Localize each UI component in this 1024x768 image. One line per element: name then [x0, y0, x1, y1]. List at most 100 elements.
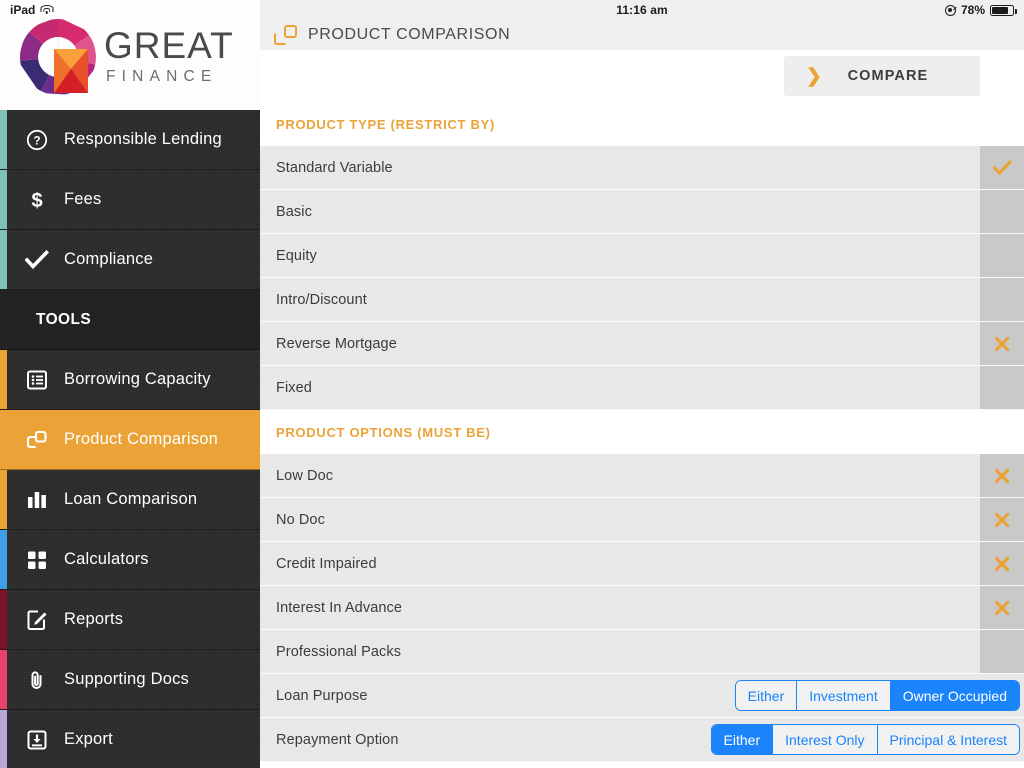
accent-strip: [0, 230, 7, 289]
sidebar-item-export[interactable]: Export: [0, 710, 260, 768]
sidebar-item-loan-comparison[interactable]: Loan Comparison: [0, 470, 260, 530]
page-title: PRODUCT COMPARISON: [308, 26, 511, 43]
sidebar-item-calculators[interactable]: Calculators: [0, 530, 260, 590]
battery-percent: 78%: [960, 3, 985, 17]
sidebar-item-supporting-docs[interactable]: Supporting Docs: [0, 650, 260, 710]
row-label: Credit Impaired: [276, 555, 377, 572]
action-toolbar: ❯ COMPARE: [260, 50, 1024, 102]
row-status-cross[interactable]: [980, 498, 1024, 542]
row-label: Interest In Advance: [276, 599, 403, 616]
sidebar-item-label: Fees: [64, 190, 102, 208]
edit-document-icon: [22, 609, 52, 631]
brand-wordmark: GREAT FINANCE: [104, 27, 234, 85]
grid-squares-icon: [22, 549, 52, 571]
check-icon: [22, 249, 52, 271]
sidebar-item-reports[interactable]: Reports: [0, 590, 260, 650]
row-status-empty[interactable]: [980, 278, 1024, 322]
sidebar-nav: ? Responsible Lending $ Fees Compliance …: [0, 110, 260, 768]
segment-investment[interactable]: Investment: [797, 681, 891, 710]
row-status-cross[interactable]: [980, 322, 1024, 366]
sidebar: GREAT FINANCE ? Responsible Lending $ Fe…: [0, 0, 260, 768]
table-row[interactable]: Fixed: [260, 366, 1024, 410]
svg-text:?: ?: [33, 135, 40, 147]
row-label: Reverse Mortgage: [276, 335, 397, 352]
sidebar-item-product-comparison[interactable]: Product Comparison: [0, 410, 260, 470]
row-label: Low Doc: [276, 467, 334, 484]
sidebar-item-compliance[interactable]: Compliance: [0, 230, 260, 290]
row-status-empty[interactable]: [980, 366, 1024, 410]
accent-strip: [0, 650, 7, 709]
row-status-empty[interactable]: [980, 630, 1024, 674]
brand-name-top: GREAT: [104, 25, 234, 67]
main-panel: PRODUCT COMPARISON ❯ COMPARE PRODUCT TYP…: [260, 0, 1024, 768]
sidebar-item-label: Compliance: [64, 250, 154, 268]
table-row[interactable]: Intro/Discount: [260, 278, 1024, 322]
row-label: Intro/Discount: [276, 291, 367, 308]
accent-strip: [0, 350, 7, 409]
chevron-right-icon: ❯: [806, 65, 822, 87]
compare-squares-icon: [274, 24, 298, 46]
table-row[interactable]: No Doc: [260, 498, 1024, 542]
question-circle-icon: ?: [22, 129, 52, 151]
table-row[interactable]: Credit Impaired: [260, 542, 1024, 586]
status-bar: 11:16 am 78%: [260, 0, 1024, 20]
accent-strip: [0, 710, 7, 768]
sidebar-item-label: Calculators: [64, 550, 149, 568]
table-row[interactable]: Reverse Mortgage: [260, 322, 1024, 366]
great-finance-logo: [14, 13, 102, 101]
table-row[interactable]: Equity: [260, 234, 1024, 278]
table-row-loan-purpose: Loan Purpose Either Investment Owner Occ…: [260, 674, 1024, 718]
repayment-option-segmented-control[interactable]: Either Interest Only Principal & Interes…: [710, 724, 1020, 755]
segment-interest-only[interactable]: Interest Only: [773, 725, 878, 754]
row-status-empty[interactable]: [980, 234, 1024, 278]
accent-strip: [0, 110, 7, 169]
sidebar-item-responsible-lending[interactable]: ? Responsible Lending: [0, 110, 260, 170]
table-row[interactable]: Standard Variable: [260, 146, 1024, 190]
sidebar-item-borrowing-capacity[interactable]: Borrowing Capacity: [0, 350, 260, 410]
table-row-repayment-option: Repayment Option Either Interest Only Pr…: [260, 718, 1024, 762]
sidebar-item-label: Responsible Lending: [64, 130, 222, 148]
table-row[interactable]: Basic: [260, 190, 1024, 234]
svg-text:$: $: [31, 190, 42, 211]
bar-chart-icon: [22, 489, 52, 511]
dollar-icon: $: [22, 189, 52, 211]
row-status-check[interactable]: [980, 146, 1024, 190]
row-label: Standard Variable: [276, 159, 393, 176]
list-form-icon: [22, 369, 52, 391]
row-status-cross[interactable]: [980, 542, 1024, 586]
sidebar-item-label: Export: [64, 730, 113, 748]
accent-strip: [0, 170, 7, 229]
compare-button-label: COMPARE: [847, 68, 929, 84]
table-row[interactable]: Low Doc: [260, 454, 1024, 498]
sidebar-item-label: Reports: [64, 610, 124, 628]
section-title-product-type: PRODUCT TYPE (RESTRICT BY): [260, 102, 1024, 146]
accent-strip: [0, 410, 7, 469]
table-row[interactable]: Interest In Advance: [260, 586, 1024, 630]
sidebar-item-label: Borrowing Capacity: [64, 370, 211, 388]
sidebar-item-fees[interactable]: $ Fees: [0, 170, 260, 230]
wifi-icon: [40, 5, 54, 15]
loan-purpose-segmented-control[interactable]: Either Investment Owner Occupied: [734, 680, 1020, 711]
status-bar-time: 11:16 am: [616, 3, 668, 17]
row-status-cross[interactable]: [980, 586, 1024, 630]
segment-principal-and-interest[interactable]: Principal & Interest: [877, 725, 1019, 754]
row-label: Equity: [276, 247, 317, 264]
accent-strip: [0, 530, 7, 589]
accent-strip: [0, 590, 7, 649]
compare-button[interactable]: ❯ COMPARE: [784, 56, 980, 96]
segment-either[interactable]: Either: [735, 681, 798, 710]
row-status-empty[interactable]: [980, 190, 1024, 234]
row-status-cross[interactable]: [980, 454, 1024, 498]
rotation-lock-icon: [944, 4, 956, 16]
sidebar-item-label: Supporting Docs: [64, 670, 189, 688]
row-label: Professional Packs: [276, 643, 402, 660]
row-label: No Doc: [276, 511, 325, 528]
sidebar-item-label: Loan Comparison: [64, 490, 198, 508]
segment-either[interactable]: Either: [711, 725, 774, 754]
table-row[interactable]: Professional Packs: [260, 630, 1024, 674]
status-bar-right: 78%: [944, 3, 1017, 17]
row-label: Fixed: [276, 379, 312, 396]
battery-icon: [990, 4, 1017, 16]
row-label: Basic: [276, 203, 312, 220]
segment-owner-occupied[interactable]: Owner Occupied: [890, 681, 1019, 710]
